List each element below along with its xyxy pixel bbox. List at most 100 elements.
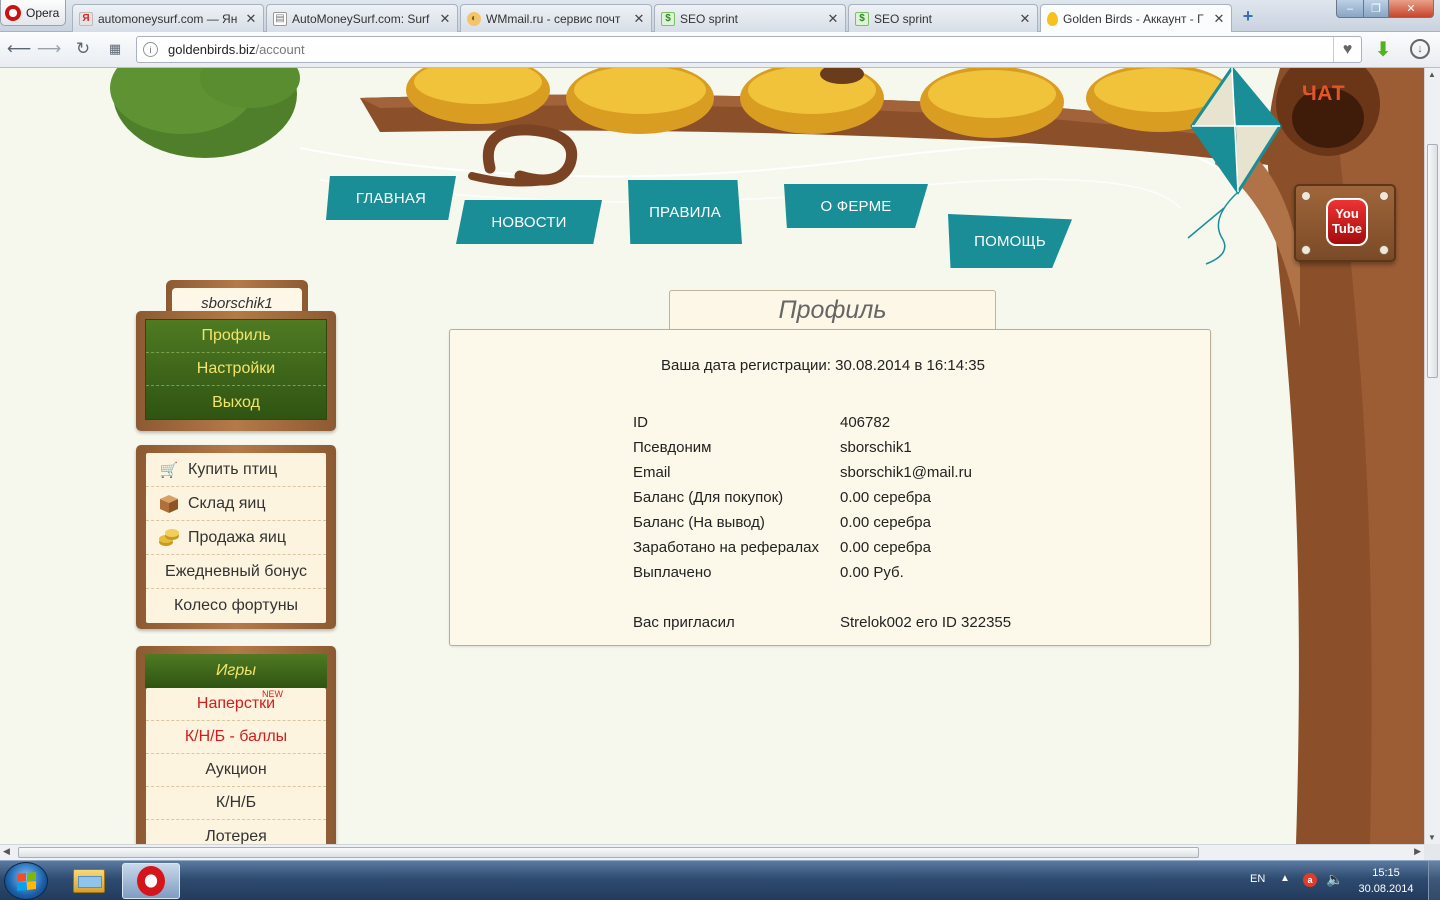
taskbar-opera-button[interactable]	[122, 863, 180, 899]
menu-item-auction[interactable]: Аукцион	[146, 754, 326, 787]
profile-row-label: Псевдоним	[633, 439, 712, 456]
scroll-left-arrow-icon[interactable]: ◀	[3, 846, 10, 857]
menu-item-fortune-wheel[interactable]: Колесо фортуны	[146, 589, 326, 623]
windows-logo-icon	[16, 871, 36, 891]
tab-seosprint-2[interactable]: $ SEO sprint ✕	[848, 4, 1038, 32]
tray-volume-icon[interactable]: 🔈	[1326, 871, 1343, 888]
tray-language[interactable]: EN	[1250, 873, 1265, 885]
youtube-button[interactable]: You Tube	[1294, 184, 1396, 262]
tab-wmmail[interactable]: ◐ WMmail.ru - сервис почт ✕	[460, 4, 652, 32]
profile-card: Ваша дата регистрации: 30.08.2014 в 16:1…	[449, 329, 1211, 646]
nav-news-label: НОВОСТИ	[491, 213, 567, 231]
profile-row-label: Баланс (Для покупок)	[633, 489, 784, 506]
start-button[interactable]	[4, 862, 48, 900]
tab-title: WMmail.ru - сервис почт	[486, 11, 621, 26]
bolt-icon	[1379, 191, 1389, 201]
menu-item-logout[interactable]: Выход	[146, 386, 326, 419]
account-menu-panel: Профиль Настройки Выход	[136, 311, 336, 431]
tab-close-icon[interactable]: ✕	[245, 11, 257, 27]
nav-flag-help[interactable]: ПОМОЩЬ	[948, 214, 1072, 268]
seosprint-icon: $	[855, 11, 869, 26]
tab-close-icon[interactable]: ✕	[827, 11, 839, 27]
tab-title: AutoMoneySurf.com: Surf	[292, 11, 430, 26]
opera-menu-label: Opera	[26, 5, 60, 20]
menu-item-lottery[interactable]: Лотерея	[146, 820, 326, 845]
profile-row-label: Вас пригласил	[633, 614, 735, 631]
menu-item-sell-eggs[interactable]: Продажа яиц	[146, 521, 326, 555]
new-badge: NEW	[262, 689, 283, 699]
profile-row-paid-out: Выплачено 0.00 Руб.	[633, 564, 904, 584]
site-info-icon[interactable]: i	[143, 42, 158, 57]
update-icon[interactable]: ↓	[1410, 39, 1430, 59]
tray-antivirus-icon[interactable]: a	[1303, 873, 1317, 887]
tab-close-icon[interactable]: ✕	[439, 11, 451, 27]
vertical-scroll-thumb[interactable]	[1427, 144, 1438, 378]
registration-date: Ваша дата регистрации: 30.08.2014 в 16:1…	[661, 357, 985, 374]
bolt-icon	[1301, 191, 1311, 201]
taskbar-explorer-button[interactable]	[60, 863, 118, 899]
profile-row-value: sborschik1	[840, 439, 912, 456]
profile-title: Профиль	[669, 290, 996, 329]
show-desktop-button[interactable]	[1428, 861, 1440, 900]
nav-rules-label: ПРАВИЛА	[649, 203, 721, 221]
games-menu-title: Игры	[145, 654, 327, 688]
tab-seosprint-1[interactable]: $ SEO sprint ✕	[654, 4, 846, 32]
scroll-up-arrow-icon[interactable]: ▲	[1428, 70, 1436, 79]
opera-logo-icon	[5, 4, 21, 21]
clock-date: 30.08.2014	[1358, 883, 1414, 895]
tab-automoneysurf[interactable]: ▤ AutoMoneySurf.com: Surf ✕	[266, 4, 458, 32]
opera-menu-button[interactable]: Opera	[0, 0, 66, 26]
scroll-down-arrow-icon[interactable]: ▼	[1428, 833, 1436, 842]
profile-row-value: 0.00 Руб.	[840, 564, 904, 581]
menu-item-rps-points[interactable]: К/Н/Б - баллы	[146, 721, 326, 754]
tab-title: SEO sprint	[874, 11, 933, 26]
registration-label: Ваша дата регистрации:	[661, 357, 831, 374]
nav-flag-farm[interactable]: О ФЕРМЕ	[784, 184, 928, 228]
vertical-scrollbar[interactable]: ▲ ▼	[1424, 68, 1440, 844]
window-maximize-button[interactable]: ❐	[1363, 0, 1389, 18]
tab-close-icon[interactable]: ✕	[1213, 11, 1225, 27]
tray-expand-icon[interactable]: ▲	[1280, 873, 1290, 884]
window-minimize-button[interactable]: ‒	[1336, 0, 1364, 18]
tab-close-icon[interactable]: ✕	[633, 11, 645, 27]
nav-main-label: ГЛАВНАЯ	[355, 189, 427, 207]
tab-close-icon[interactable]: ✕	[1019, 11, 1031, 27]
opera-logo-icon	[137, 866, 165, 896]
profile-row-label: Заработано на рефералах	[633, 539, 819, 556]
forward-arrow-icon[interactable]: ⟶	[37, 38, 61, 60]
bookmark-heart-icon[interactable]: ♥	[1333, 37, 1361, 62]
profile-row-email: Email sborschik1@mail.ru	[633, 464, 972, 484]
box-icon	[158, 493, 180, 515]
nav-flag-news[interactable]: НОВОСТИ	[456, 200, 602, 244]
menu-item-egg-storage[interactable]: Склад яиц	[146, 487, 326, 521]
menu-item-label: Купить птиц	[188, 460, 278, 478]
chat-link[interactable]: ЧАТ	[1302, 82, 1345, 106]
back-arrow-icon[interactable]: ⟵	[7, 38, 31, 60]
nav-flag-main[interactable]: ГЛАВНАЯ	[326, 176, 456, 220]
window-close-button[interactable]: ✕	[1388, 0, 1434, 18]
tray-clock[interactable]: 15:15 30.08.2014	[1350, 865, 1422, 897]
new-tab-button[interactable]: +	[1238, 7, 1258, 27]
menu-item-buy-birds[interactable]: 🛒 Купить птиц	[146, 453, 326, 487]
horizontal-scroll-thumb[interactable]	[18, 847, 1199, 858]
horizontal-scrollbar[interactable]: ◀ ▶	[0, 844, 1424, 860]
youtube-logo-line2: Tube	[1331, 221, 1363, 236]
scrollbar-corner	[1424, 844, 1440, 860]
download-icon[interactable]: ⬇	[1372, 38, 1394, 61]
speed-dial-grid-icon[interactable]: ▦	[104, 38, 126, 60]
tab-automoneysurf-yandex[interactable]: Я automoneysurf.com — Ян ✕	[72, 4, 264, 32]
tab-goldenbirds[interactable]: Golden Birds - Аккаунт - Г ✕	[1040, 4, 1232, 33]
menu-item-settings[interactable]: Настройки	[146, 353, 326, 386]
tab-title: automoneysurf.com — Ян	[98, 11, 238, 26]
youtube-logo-line1: You	[1335, 206, 1359, 221]
scroll-right-arrow-icon[interactable]: ▶	[1414, 846, 1421, 857]
nav-flag-rules[interactable]: ПРАВИЛА	[628, 180, 742, 244]
menu-item-rps[interactable]: К/Н/Б	[146, 787, 326, 820]
url-text[interactable]: goldenbirds.biz/account	[168, 42, 305, 57]
address-field[interactable]: i goldenbirds.biz/account ♥	[136, 36, 1362, 63]
reload-icon[interactable]: ↻	[72, 38, 94, 60]
menu-item-daily-bonus[interactable]: Ежедневный бонус	[146, 555, 326, 589]
menu-item-profile[interactable]: Профиль	[146, 320, 326, 353]
page-icon: ▤	[273, 11, 287, 26]
menu-item-thimbles[interactable]: Наперстки NEW	[146, 688, 326, 721]
